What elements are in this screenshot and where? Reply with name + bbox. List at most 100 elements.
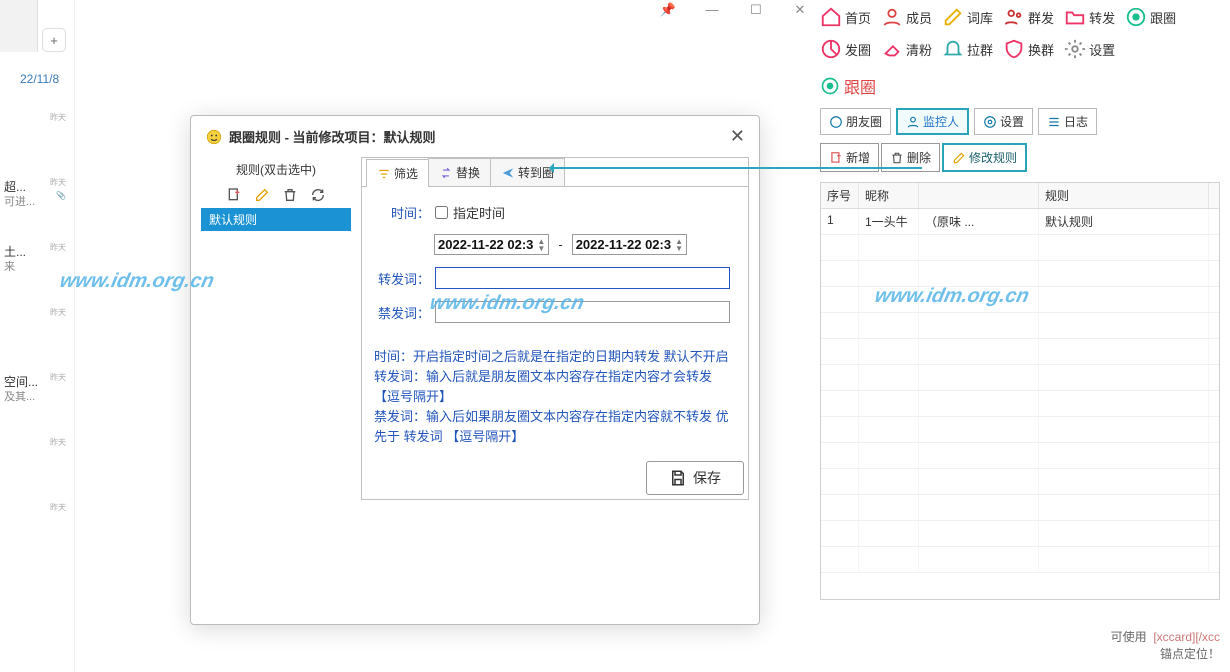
table-row[interactable]: 1 1一头牛 （原味 ... 默认规则: [821, 209, 1219, 235]
main-toolbar: 首页 成员 词库 群发 转发 跟圈 发圈 清粉 拉群 换群 设置: [810, 0, 1230, 66]
add-rule-button[interactable]: [225, 186, 243, 204]
tool-settings[interactable]: 设置: [1064, 38, 1115, 60]
dlg-tab-replace[interactable]: 替换: [428, 158, 491, 186]
tool-swap[interactable]: 换群: [1003, 38, 1054, 60]
folder-icon: [1064, 6, 1086, 28]
forward-word-label: 转发词：: [372, 269, 430, 288]
filter-icon: [377, 167, 391, 181]
spinner-arrows[interactable]: ▲▼: [675, 238, 683, 252]
rule-dialog: 跟圈规则 - 当前修改项目：默认规则 ✕ 规则(双击选中) 默认规则 筛选 替换…: [190, 115, 760, 625]
list-icon: [1047, 115, 1061, 129]
annotation-arrow: [550, 167, 922, 169]
tool-dict[interactable]: 词库: [942, 6, 993, 28]
section-title: 跟圈: [810, 66, 1230, 106]
table-row: [821, 547, 1219, 573]
table-row: [821, 391, 1219, 417]
save-button[interactable]: 保存: [646, 461, 744, 495]
date-from[interactable]: 2022-11-22 02:3▲▼: [434, 234, 549, 255]
plus-doc-icon: [829, 151, 843, 165]
edit-icon: [952, 151, 966, 165]
table-row: [821, 261, 1219, 287]
gear-icon: [983, 115, 997, 129]
edit-rule-button[interactable]: 修改规则: [942, 143, 1027, 172]
col-seq[interactable]: 序号: [821, 183, 859, 208]
table-row: [821, 313, 1219, 339]
ban-word-label: 禁发词：: [372, 303, 430, 322]
table-row: [821, 417, 1219, 443]
attach-icon: 📎: [56, 191, 66, 200]
tool-clean[interactable]: 清粉: [881, 38, 932, 60]
edit-rule-icon-button[interactable]: [253, 186, 271, 204]
home-icon: [820, 6, 842, 28]
spinner-arrows[interactable]: ▲▼: [537, 238, 545, 252]
shield-icon: [1003, 38, 1025, 60]
delete-rule-icon-button[interactable]: [281, 186, 299, 204]
tab-moments[interactable]: 朋友圈: [820, 108, 891, 135]
dialog-close-button[interactable]: ✕: [730, 126, 745, 147]
tool-pull[interactable]: 拉群: [942, 38, 993, 60]
table-row: [821, 365, 1219, 391]
list-item[interactable]: 昨天空间...及其...: [0, 370, 70, 435]
save-icon: [669, 469, 687, 487]
date-to[interactable]: 2022-11-22 02:3▲▼: [572, 234, 687, 255]
pin-button[interactable]: 📌: [658, 2, 678, 18]
time-checkbox[interactable]: [435, 206, 448, 219]
tool-home[interactable]: 首页: [820, 6, 871, 28]
trash-icon: [890, 151, 904, 165]
conversation-list: 昨天 昨天超...可进...📎 昨天土...来 昨天 昨天空间...及其... …: [0, 110, 70, 565]
rule-list-item[interactable]: 默认规则: [201, 208, 351, 231]
tool-follow[interactable]: 跟圈: [1125, 6, 1176, 28]
members-icon: [881, 6, 903, 28]
tool-members[interactable]: 成员: [881, 6, 932, 28]
circle-icon: [1125, 6, 1147, 28]
rule-list-panel: 规则(双击选中) 默认规则: [201, 157, 351, 500]
list-item[interactable]: 昨天: [0, 435, 70, 500]
tool-bulk[interactable]: 群发: [1003, 6, 1054, 28]
date-label: 22/11/8: [20, 72, 59, 86]
tool-forward[interactable]: 转发: [1064, 6, 1115, 28]
maximize-button[interactable]: ☐: [746, 2, 766, 18]
bell-icon: [942, 38, 964, 60]
right-panel: 首页 成员 词库 群发 转发 跟圈 发圈 清粉 拉群 换群 设置 跟圈 朋友圈 …: [810, 0, 1230, 672]
moments-icon: [829, 115, 843, 129]
list-item[interactable]: 昨天: [0, 500, 70, 565]
tool-post[interactable]: 发圈: [820, 38, 871, 60]
table-row: [821, 495, 1219, 521]
gear-icon: [1064, 38, 1086, 60]
new-tab-button[interactable]: +: [42, 28, 66, 52]
send-icon: [501, 166, 515, 180]
table-row: [821, 339, 1219, 365]
ban-word-input[interactable]: [435, 301, 730, 323]
list-item[interactable]: 昨天: [0, 110, 70, 175]
list-item[interactable]: 昨天: [0, 305, 70, 370]
forward-word-input[interactable]: [435, 267, 730, 289]
tab-settings-sub[interactable]: 设置: [974, 108, 1033, 135]
col-nick[interactable]: 昵称: [859, 183, 919, 208]
table-row: [821, 469, 1219, 495]
list-item[interactable]: 昨天土...来: [0, 240, 70, 305]
tab-monitor[interactable]: 监控人: [896, 108, 969, 135]
dlg-tab-filter[interactable]: 筛选: [366, 159, 429, 187]
replace-icon: [439, 166, 453, 180]
tab-log[interactable]: 日志: [1038, 108, 1097, 135]
table-row: [821, 521, 1219, 547]
monitor-table: 序号 昵称 规则 1 1一头牛 （原味 ... 默认规则: [820, 182, 1220, 600]
circle-icon: [820, 76, 840, 96]
bulk-icon: [1003, 6, 1025, 28]
sub-tabs: 朋友圈 监控人 设置 日志: [810, 106, 1230, 137]
eraser-icon: [881, 38, 903, 60]
edit-icon: [942, 6, 964, 28]
minimize-button[interactable]: —: [702, 2, 722, 18]
footer-hint: 可使用 [xccard][/xcc 锚点定位！: [1111, 628, 1220, 662]
col-rule[interactable]: 规则: [1039, 183, 1209, 208]
dialog-icon: [205, 128, 223, 146]
refresh-button[interactable]: [309, 186, 327, 204]
list-item[interactable]: 昨天超...可进...📎: [0, 175, 70, 240]
close-button[interactable]: ✕: [790, 2, 810, 18]
action-row: 新增 删除 修改规则: [810, 137, 1230, 178]
table-row: [821, 287, 1219, 313]
radar-icon: [820, 38, 842, 60]
tab-strip: [0, 0, 38, 52]
col-desc[interactable]: [919, 183, 1039, 208]
table-row: [821, 443, 1219, 469]
